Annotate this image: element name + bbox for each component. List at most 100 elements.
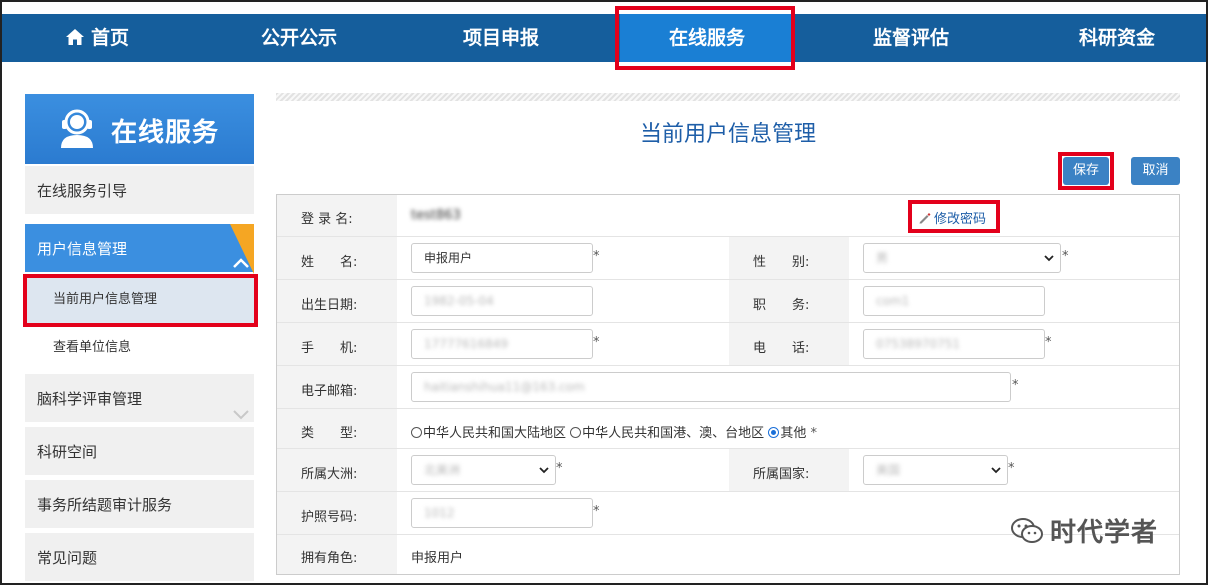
nav-project-apply[interactable]: 项目申报 xyxy=(436,14,566,62)
gender-select[interactable]: 男 xyxy=(863,243,1061,273)
post-input[interactable]: com1 xyxy=(863,286,1045,316)
login-value: test863 xyxy=(411,208,461,223)
form-row-email: 电子邮箱: haitianshihua11@163.com * xyxy=(277,366,1179,409)
birth-date-value: 1982-05-04 xyxy=(424,294,494,308)
gender-label: 性 别: xyxy=(753,255,810,270)
required-mark: * xyxy=(1008,461,1015,476)
mobile-label: 手 机: xyxy=(301,341,358,356)
sidebar-item-user-info[interactable]: 用户信息管理 xyxy=(25,224,254,274)
home-icon xyxy=(65,16,85,64)
watermark: 时代学者 xyxy=(1010,512,1158,552)
save-button[interactable]: 保存 xyxy=(1063,157,1109,185)
page-title: 当前用户信息管理 xyxy=(639,122,816,147)
customer-service-icon xyxy=(53,106,101,154)
nav-research-funds[interactable]: 科研资金 xyxy=(1052,14,1182,62)
email-input[interactable]: haitianshihua11@163.com xyxy=(411,372,1011,402)
birth-date-input[interactable]: 1982-05-04 xyxy=(411,286,593,316)
passport-value: 1012 xyxy=(424,506,455,520)
sidebar-banner-title: 在线服务 xyxy=(111,118,220,148)
divider-stripe xyxy=(276,93,1180,101)
name-input[interactable]: 申报用户 xyxy=(411,243,593,273)
sidebar-subitem-label: 当前用户信息管理 xyxy=(53,292,158,307)
sidebar-subitem-label: 查看单位信息 xyxy=(53,340,132,355)
sidebar-item-label: 在线服务引导 xyxy=(37,182,128,200)
type-option-mainland[interactable]: 中华人民共和国大陆地区 xyxy=(411,426,566,441)
phone-label: 电 话: xyxy=(753,341,810,356)
sidebar-item-label: 事务所结题审计服务 xyxy=(37,496,173,514)
form-row-mobile: 手 机: 17777616849 * 电 话: 07538970751 * xyxy=(277,323,1179,366)
radio-mainland[interactable] xyxy=(411,427,422,438)
sidebar-item-faq[interactable]: 常见问题 xyxy=(25,533,254,583)
required-mark: * xyxy=(593,335,600,350)
sidebar-item-brain-review[interactable]: 脑科学评审管理 xyxy=(25,374,254,424)
post-value: com1 xyxy=(876,294,910,308)
sidebar-item-guide[interactable]: 在线服务引导 xyxy=(25,166,254,216)
cancel-button[interactable]: 取消 xyxy=(1131,157,1180,185)
passport-input[interactable]: 1012 xyxy=(411,498,593,528)
post-label: 职 务: xyxy=(753,298,810,313)
role-label: 拥有角色: xyxy=(301,551,358,566)
type-radio-group: 中华人民共和国大陆地区 中华人民共和国港、澳、台地区 其他 * xyxy=(411,422,817,441)
sidebar-item-label: 常见问题 xyxy=(37,549,98,567)
mobile-value: 17777616849 xyxy=(424,337,508,351)
type-option-label: 其他 xyxy=(780,426,807,441)
chevron-down-icon xyxy=(991,456,1001,484)
form-row-name: 姓 名: 申报用户 * 性 别: 男 * xyxy=(277,237,1179,280)
watermark-text: 时代学者 xyxy=(1050,518,1159,548)
sidebar-subitem-unit-info[interactable]: 查看单位信息 xyxy=(25,324,254,372)
change-password-label: 修改密码 xyxy=(934,212,987,227)
sidebar-item-label: 脑科学评审管理 xyxy=(37,390,143,408)
form-row-region: 所属大洲: 北美洲 * 所属国家: 美国 * xyxy=(277,449,1179,492)
country-label: 所属国家: xyxy=(753,467,810,482)
role-value: 申报用户 xyxy=(411,551,464,566)
change-password-link[interactable]: 修改密码 xyxy=(918,208,986,228)
required-mark: * xyxy=(556,461,563,476)
phone-value: 07538970751 xyxy=(876,337,960,351)
wechat-icon xyxy=(1010,517,1044,552)
passport-label: 护照号码: xyxy=(301,510,358,525)
login-label: 登 录 名: xyxy=(301,212,353,227)
nav-home[interactable]: 首页 xyxy=(42,14,152,62)
nav-public-notice[interactable]: 公开公示 xyxy=(234,14,364,62)
email-label: 电子邮箱: xyxy=(301,384,358,399)
gender-value: 男 xyxy=(876,251,889,265)
country-value: 美国 xyxy=(876,463,901,477)
required-mark: * xyxy=(593,249,600,264)
sidebar-item-label: 用户信息管理 xyxy=(37,240,128,258)
mobile-input[interactable]: 17777616849 xyxy=(411,329,593,359)
type-option-label: 中华人民共和国大陆地区 xyxy=(423,426,567,441)
name-label: 姓 名: xyxy=(301,255,358,270)
type-label: 类 型: xyxy=(301,426,358,441)
email-value: haitianshihua11@163.com xyxy=(424,380,585,394)
required-mark: * xyxy=(810,426,817,441)
country-select[interactable]: 美国 xyxy=(863,455,1008,485)
form-row-login: 登 录 名: test863 修改密码 xyxy=(277,195,1179,237)
radio-hmt[interactable] xyxy=(570,427,582,438)
nav-supervision[interactable]: 监督评估 xyxy=(846,14,976,62)
chevron-down-icon xyxy=(539,456,549,484)
top-nav: 首页 公开公示 项目申报 在线服务 监督评估 科研资金 xyxy=(2,14,1206,62)
sidebar-item-label: 科研空间 xyxy=(37,443,98,461)
chevron-down-icon xyxy=(1044,244,1054,272)
nav-home-label: 首页 xyxy=(90,27,129,49)
continent-label: 所属大洲: xyxy=(301,467,358,482)
continent-value: 北美洲 xyxy=(424,463,461,477)
form-row-birth: 出生日期: 1982-05-04 职 务: com1 xyxy=(277,280,1179,323)
required-mark: * xyxy=(1062,249,1069,264)
sidebar-subitem-current-user[interactable]: 当前用户信息管理 xyxy=(25,276,254,324)
radio-other[interactable] xyxy=(768,427,780,438)
required-mark: * xyxy=(1012,378,1019,393)
sidebar-item-audit-service[interactable]: 事务所结题审计服务 xyxy=(25,480,254,530)
phone-input[interactable]: 07538970751 xyxy=(863,329,1045,359)
nav-online-service[interactable]: 在线服务 xyxy=(620,14,794,62)
form-row-type: 类 型: 中华人民共和国大陆地区 中华人民共和国港、澳、台地区 其他 * xyxy=(277,409,1179,449)
type-option-hmt[interactable]: 中华人民共和国港、澳、台地区 xyxy=(570,426,764,441)
birth-label: 出生日期: xyxy=(301,298,358,313)
sidebar-item-research-space[interactable]: 科研空间 xyxy=(25,427,254,477)
sidebar-banner: 在线服务 xyxy=(25,94,254,164)
required-mark: * xyxy=(593,504,600,519)
continent-select[interactable]: 北美洲 xyxy=(411,455,556,485)
required-mark: * xyxy=(1045,335,1052,350)
edit-icon xyxy=(918,211,931,228)
type-option-other[interactable]: 其他 xyxy=(768,426,806,441)
